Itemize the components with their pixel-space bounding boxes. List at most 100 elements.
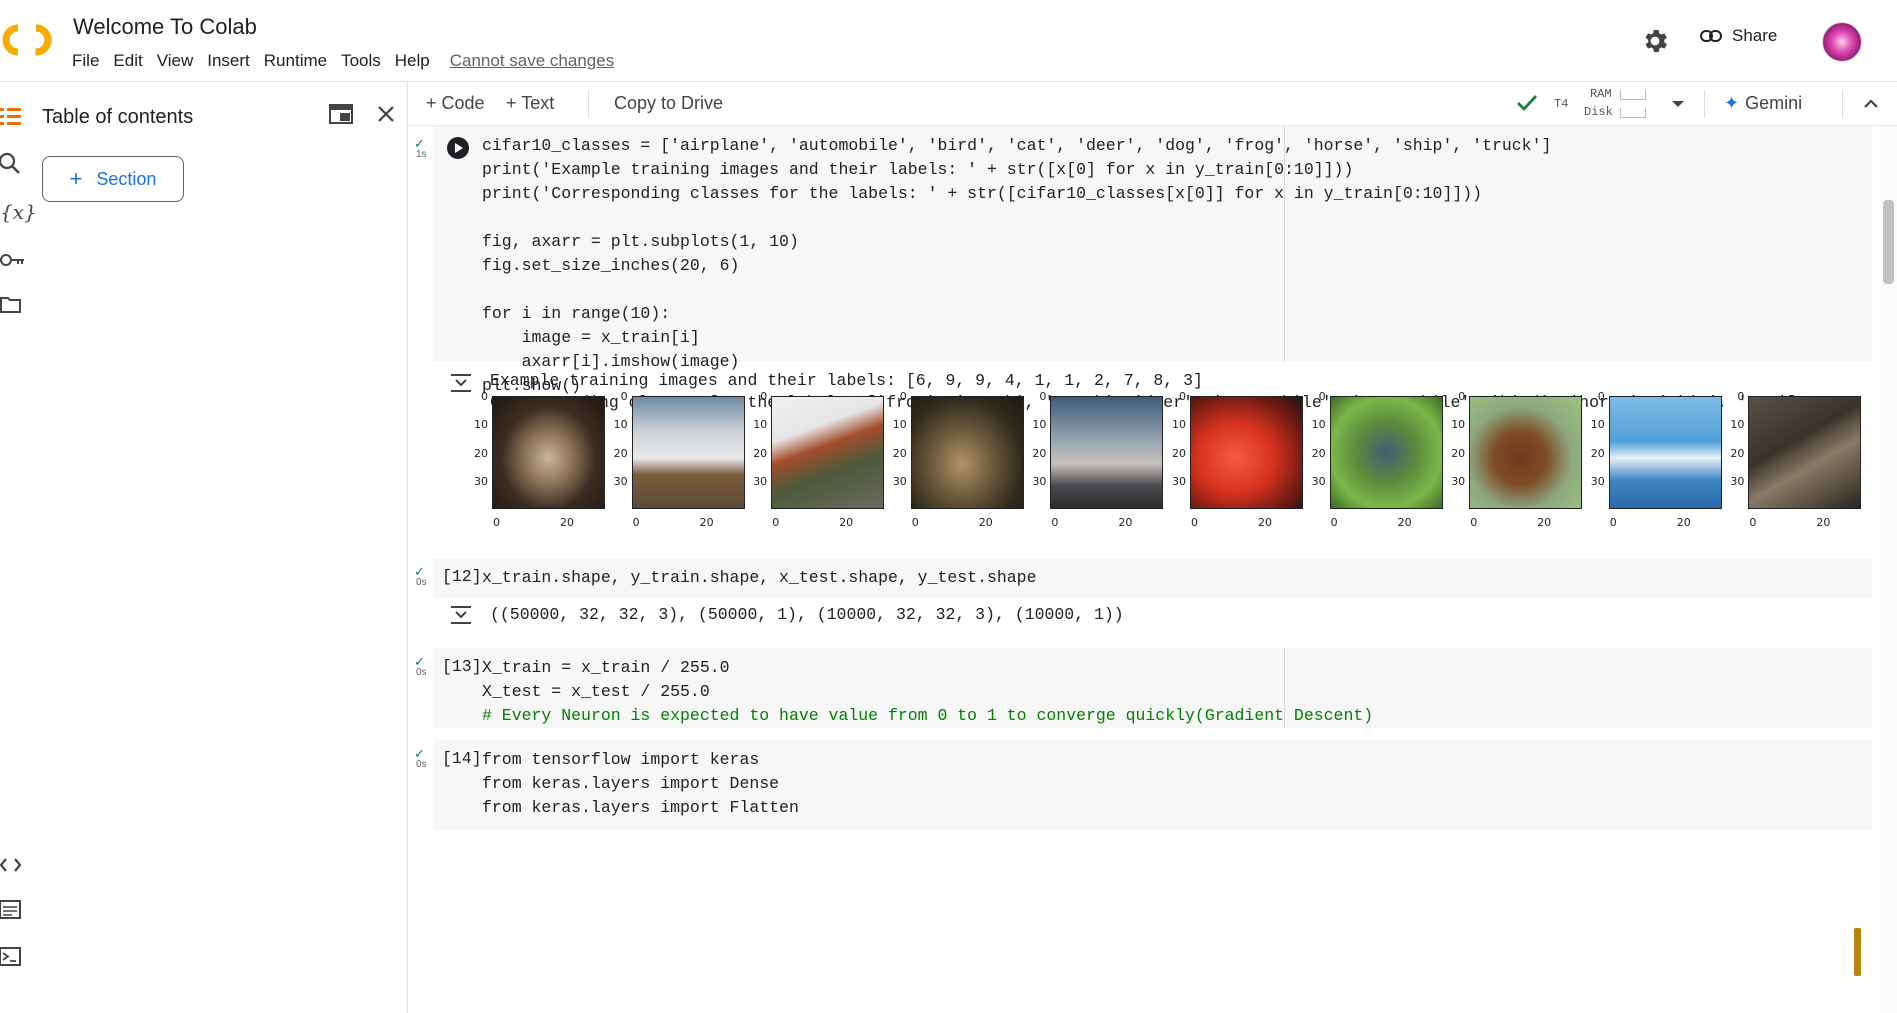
ram-meter[interactable] (1620, 90, 1646, 100)
toc-list-icon[interactable] (0, 104, 26, 130)
menu-edit[interactable]: Edit (113, 51, 142, 71)
code-line: ​ (482, 206, 1551, 230)
share-button[interactable]: Share (1700, 26, 1777, 46)
close-icon[interactable] (374, 102, 398, 126)
x-tick-label: 20 (839, 516, 854, 529)
subplot-image-bird: 0 10 20 30 0 20 (1311, 390, 1448, 546)
code-line: X_test = x_test / 255.0 (482, 682, 710, 701)
avatar[interactable] (1822, 22, 1862, 62)
scrollbar[interactable] (1880, 126, 1897, 1013)
subplot-row: 0 10 20 30 0 20 0 10 20 30 0 20 0 10 20 30 0 20 0 10 20 30 0 20… (474, 390, 1874, 546)
terminal-icon[interactable] (0, 944, 26, 970)
menu-view[interactable]: View (157, 51, 194, 71)
code-editor[interactable]: X_train = x_train / 255.0 X_test = x_test… (482, 656, 1373, 728)
gpu-label[interactable]: T4 (1554, 97, 1568, 111)
add-text-button[interactable]: + Text (506, 93, 554, 114)
image-frame (1329, 396, 1443, 509)
ram-label[interactable]: RAM (1590, 87, 1612, 101)
disk-label[interactable]: Disk (1584, 105, 1613, 119)
y-tick-label: 0 (1179, 390, 1186, 403)
x-tick-label: 0 (493, 516, 500, 529)
notebook-title[interactable]: Welcome To Colab (73, 14, 257, 40)
code-cell[interactable]: [14] from tensorflow import keras from ke… (434, 740, 1872, 830)
subplot-image-horse: 0 10 20 30 0 20 (1451, 390, 1587, 546)
cannot-save-link[interactable]: Cannot save changes (450, 51, 614, 71)
scrollbar-thumb[interactable] (1883, 200, 1894, 284)
code-line: print('Example training images and their… (482, 160, 1354, 179)
execution-count: [12] (442, 567, 482, 586)
command-palette-icon[interactable] (0, 897, 26, 923)
run-cell-button[interactable] (446, 136, 470, 160)
code-line: from tensorflow import keras (482, 750, 760, 769)
toolbar-divider (1704, 90, 1705, 118)
y-tick-label: 20 (753, 447, 768, 460)
gear-icon[interactable] (1640, 26, 1670, 56)
y-tick-label: 20 (892, 447, 907, 460)
y-tick-label: 10 (1451, 418, 1466, 431)
menu-tools[interactable]: Tools (341, 51, 381, 71)
cell-output: ((50000, 32, 32, 3), (50000, 1), (10000,… (490, 605, 1124, 624)
chevron-up-icon[interactable] (1860, 93, 1882, 115)
open-in-tab-icon[interactable] (328, 102, 354, 126)
image-frame (1050, 396, 1164, 509)
y-tick-label: 30 (1172, 475, 1186, 488)
chevron-down-icon[interactable] (1668, 94, 1688, 114)
x-tick-label: 0 (911, 516, 919, 529)
code-editor[interactable]: x_train.shape, y_train.shape, x_test.sha… (482, 566, 1037, 590)
menu-runtime[interactable]: Runtime (264, 51, 327, 71)
subplot-image-frog: 0 10 20 30 0 20 (474, 390, 610, 546)
y-tick-label: 30 (1451, 475, 1466, 488)
code-cell[interactable]: [13] X_train = x_train / 255.0 X_test = x… (434, 648, 1872, 728)
menu-help[interactable]: Help (395, 51, 430, 71)
code-line: ​ (482, 278, 1551, 302)
colab-logo[interactable] (0, 20, 54, 60)
y-tick-label: 10 (892, 418, 907, 431)
folder-icon[interactable] (0, 292, 26, 318)
y-tick-label: 30 (753, 475, 768, 488)
disk-meter[interactable] (1620, 108, 1646, 118)
x-tick-label: 0 (1470, 516, 1478, 529)
y-tick-label: 20 (1590, 447, 1605, 460)
toc-title: Table of contents (42, 106, 194, 128)
y-tick-label: 10 (1590, 418, 1605, 431)
image-frame (1608, 396, 1722, 509)
y-tick-label: 30 (1590, 475, 1605, 488)
add-section-button[interactable]: + Section (42, 156, 184, 202)
subplot-image-truck: 0 10 20 30 0 20 (753, 390, 889, 546)
x-tick-label: 0 (1191, 516, 1198, 529)
key-icon[interactable] (0, 247, 26, 273)
menu-file[interactable]: File (72, 51, 99, 71)
code-line: fig, axarr = plt.subplots(1, 10) (482, 232, 799, 251)
output-toggle-icon[interactable] (448, 370, 474, 396)
y-tick-label: 20 (474, 447, 488, 460)
add-code-button[interactable]: + Code (426, 93, 485, 114)
y-tick-label: 20 (1730, 447, 1745, 460)
output-toggle-icon[interactable] (448, 602, 474, 628)
code-line: X_train = x_train / 255.0 (482, 658, 730, 677)
section-label: Section (96, 168, 157, 189)
y-tick-label: 30 (474, 475, 488, 488)
y-tick-label: 20 (1311, 447, 1326, 460)
code-cell[interactable]: [12] x_train.shape, y_train.shape, x_tes… (434, 558, 1872, 598)
header: Welcome To Colab File Edit View Insert R… (0, 0, 1897, 82)
code-editor[interactable]: cifar10_classes = ['airplane', 'automobi… (482, 134, 1551, 398)
code-editor[interactable]: from tensorflow import keras from keras.l… (482, 748, 799, 820)
y-tick-label: 10 (474, 418, 488, 431)
y-tick-label: 30 (1032, 475, 1047, 488)
variables-icon[interactable]: {x} (0, 200, 37, 226)
subplot-image-cat: 0 10 20 30 0 20 (1730, 390, 1866, 546)
toolbar-divider (1842, 90, 1843, 118)
menu-bar: File Edit View Insert Runtime Tools Help… (72, 51, 628, 71)
code-line: for i in range(10): (482, 304, 671, 323)
connected-check-icon[interactable] (1514, 90, 1540, 116)
image-frame (1748, 396, 1862, 509)
menu-insert[interactable]: Insert (207, 51, 250, 71)
copy-to-drive-button[interactable]: Copy to Drive (614, 93, 723, 114)
image-frame (1469, 396, 1583, 509)
x-tick-label: 0 (1609, 516, 1617, 529)
gemini-button[interactable]: ✦ Gemini (1724, 93, 1802, 114)
search-icon[interactable] (0, 152, 26, 178)
x-tick-label: 20 (1537, 516, 1552, 529)
code-snippets-icon[interactable] (0, 852, 26, 878)
code-cell[interactable]: cifar10_classes = ['airplane', 'automobi… (434, 126, 1872, 395)
